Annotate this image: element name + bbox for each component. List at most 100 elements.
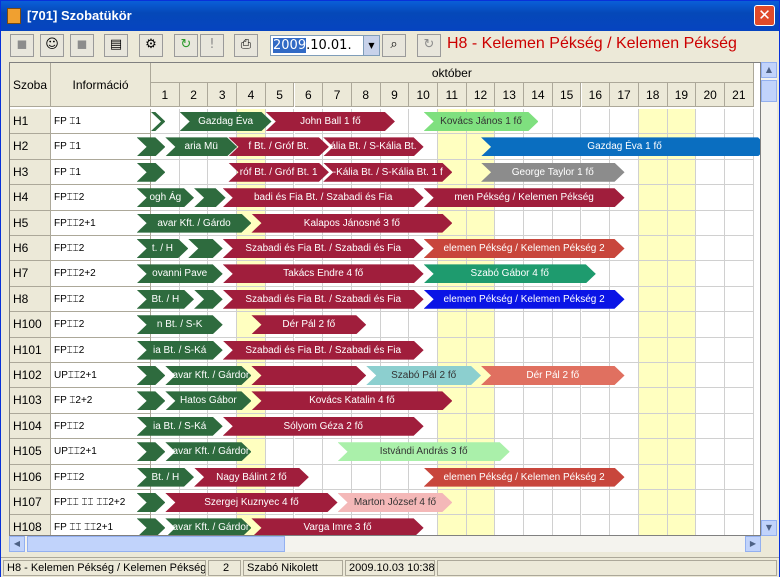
day-cell[interactable] bbox=[610, 413, 639, 440]
day-cell[interactable] bbox=[638, 159, 668, 186]
room-label[interactable]: H105 bbox=[10, 439, 51, 465]
room-label[interactable]: H6 bbox=[10, 236, 51, 262]
room-label[interactable]: H4 bbox=[10, 185, 51, 211]
room-label[interactable]: H106 bbox=[10, 464, 51, 490]
day-cell[interactable] bbox=[725, 312, 754, 338]
day-cell[interactable] bbox=[725, 388, 754, 414]
day-cell[interactable] bbox=[725, 337, 754, 363]
day-cell[interactable] bbox=[725, 236, 754, 262]
room-label[interactable]: H104 bbox=[10, 413, 51, 440]
day-cell[interactable] bbox=[581, 109, 611, 135]
day-cell[interactable] bbox=[667, 312, 697, 338]
last-record-icon[interactable]: ◼ bbox=[70, 34, 94, 57]
day-cell[interactable] bbox=[667, 413, 697, 440]
day-cell[interactable] bbox=[610, 210, 639, 236]
booking-bar[interactable]: savar Kft. / Gárdor bbox=[165, 366, 251, 385]
day-cell[interactable] bbox=[552, 388, 582, 414]
day-cell[interactable] bbox=[696, 363, 725, 389]
day-cell[interactable] bbox=[638, 185, 668, 211]
day-cell[interactable] bbox=[179, 159, 209, 186]
day-cell[interactable] bbox=[638, 413, 668, 440]
day-cell[interactable] bbox=[696, 236, 725, 262]
day-cell[interactable] bbox=[294, 439, 324, 465]
day-cell[interactable] bbox=[667, 236, 697, 262]
booking-bar[interactable]: Szabadi és Fia Bt. / Szabadi és Fia bbox=[223, 290, 424, 309]
day-cell[interactable] bbox=[725, 413, 754, 440]
day-cell[interactable] bbox=[667, 109, 697, 135]
day-cell[interactable] bbox=[638, 236, 668, 262]
booking-bar[interactable]: Dér Pál 2 fő bbox=[481, 366, 625, 385]
room-label[interactable]: H107 bbox=[10, 490, 51, 516]
day-cell[interactable] bbox=[725, 464, 754, 490]
booking-bar[interactable]: Varga Imre 3 fő bbox=[251, 518, 423, 536]
day-cell[interactable] bbox=[581, 439, 611, 465]
booking-bar[interactable]: aria Mü bbox=[165, 137, 237, 156]
room-label[interactable]: H108 bbox=[10, 515, 51, 535]
day-cell[interactable] bbox=[696, 515, 725, 535]
booking-bar[interactable]: Kovács János 1 fő bbox=[424, 112, 539, 131]
room-label[interactable]: H3 bbox=[10, 159, 51, 186]
day-cell[interactable] bbox=[466, 337, 496, 363]
day-cell[interactable] bbox=[581, 413, 611, 440]
close-button[interactable]: ✕ bbox=[754, 5, 775, 26]
day-cell[interactable] bbox=[552, 210, 582, 236]
day-cell[interactable] bbox=[725, 363, 754, 389]
day-cell[interactable] bbox=[380, 464, 410, 490]
day-cell[interactable] bbox=[638, 109, 668, 135]
scroll-right-button[interactable]: ▶ bbox=[745, 536, 761, 552]
day-cell[interactable] bbox=[581, 388, 611, 414]
user-icon[interactable]: ☺ bbox=[40, 34, 64, 57]
booking-bar[interactable]: savar Kft. / Gárdor bbox=[165, 518, 251, 536]
booking-bar[interactable]: Gazdag Éva 1 fő bbox=[481, 137, 761, 156]
date-field[interactable]: 2009.10.01. ▼ bbox=[270, 35, 380, 56]
day-cell[interactable] bbox=[725, 286, 754, 313]
scroll-down-button[interactable]: ▼ bbox=[761, 520, 777, 536]
document-icon[interactable]: ▤ bbox=[104, 34, 128, 57]
day-cell[interactable] bbox=[638, 464, 668, 490]
booking-bar[interactable]: badi és Fia Bt. / Szabadi és Fia bbox=[223, 188, 424, 207]
booking-bar[interactable]: Dér Pál 2 fő bbox=[251, 315, 366, 334]
day-cell[interactable] bbox=[380, 312, 410, 338]
booking-bar[interactable]: Gazdag Éva bbox=[180, 112, 272, 131]
day-cell[interactable] bbox=[552, 515, 582, 535]
day-cell[interactable] bbox=[696, 109, 725, 135]
booking-bar[interactable]: avar Kft. / Gárdo bbox=[137, 214, 252, 233]
booking-bar[interactable]: John Ball 1 fő bbox=[266, 112, 395, 131]
day-cell[interactable] bbox=[638, 261, 668, 287]
day-cell[interactable] bbox=[552, 490, 582, 516]
booking-bar[interactable]: Kovács Katalin 4 fő bbox=[251, 391, 452, 410]
day-cell[interactable] bbox=[725, 261, 754, 287]
day-cell[interactable] bbox=[351, 464, 381, 490]
booking-bar[interactable]: róf Bt. / Gróf Bt. 1 bbox=[228, 163, 328, 182]
room-label[interactable]: H100 bbox=[10, 312, 51, 338]
booking-bar[interactable]: Hatos Gábor bbox=[165, 391, 251, 410]
booking-bar[interactable]: elemen Pékség / Kelemen Pékség 2 bbox=[424, 239, 625, 258]
sync-icon[interactable]: ↻ bbox=[417, 34, 441, 57]
day-cell[interactable] bbox=[495, 413, 525, 440]
day-cell[interactable] bbox=[466, 413, 496, 440]
day-cell[interactable] bbox=[610, 337, 639, 363]
day-cell[interactable] bbox=[552, 109, 582, 135]
day-cell[interactable] bbox=[696, 312, 725, 338]
filter-icon[interactable]: ⚙ bbox=[139, 34, 163, 57]
booking-bar[interactable]: Marton József 4 fő bbox=[338, 493, 453, 512]
day-cell[interactable] bbox=[495, 210, 525, 236]
booking-bar[interactable]: Sólyom Géza 2 fő bbox=[223, 417, 424, 436]
room-label[interactable]: H2 bbox=[10, 134, 51, 160]
booking-bar[interactable]: -Kália Bt. / S-Kália Bt. 1 f bbox=[323, 163, 452, 182]
booking-bar[interactable]: Szergej Kuznyec 4 fő bbox=[165, 493, 337, 512]
day-cell[interactable] bbox=[725, 210, 754, 236]
day-cell[interactable] bbox=[610, 515, 639, 535]
booking-bar[interactable]: elemen Pékség / Kelemen Pékség 2 bbox=[424, 468, 625, 487]
booking-bar[interactable]: savar Kft. / Gárdor bbox=[165, 442, 251, 461]
booking-bar[interactable]: Nagy Bálint 2 fő bbox=[194, 468, 309, 487]
day-cell[interactable] bbox=[638, 286, 668, 313]
day-cell[interactable] bbox=[696, 490, 725, 516]
day-cell[interactable] bbox=[610, 490, 639, 516]
day-cell[interactable] bbox=[638, 388, 668, 414]
day-cell[interactable] bbox=[438, 312, 467, 338]
day-cell[interactable] bbox=[466, 210, 496, 236]
day-cell[interactable] bbox=[495, 515, 525, 535]
booking-bar[interactable]: Takács Endre 4 fő bbox=[223, 264, 424, 283]
day-cell[interactable] bbox=[581, 515, 611, 535]
